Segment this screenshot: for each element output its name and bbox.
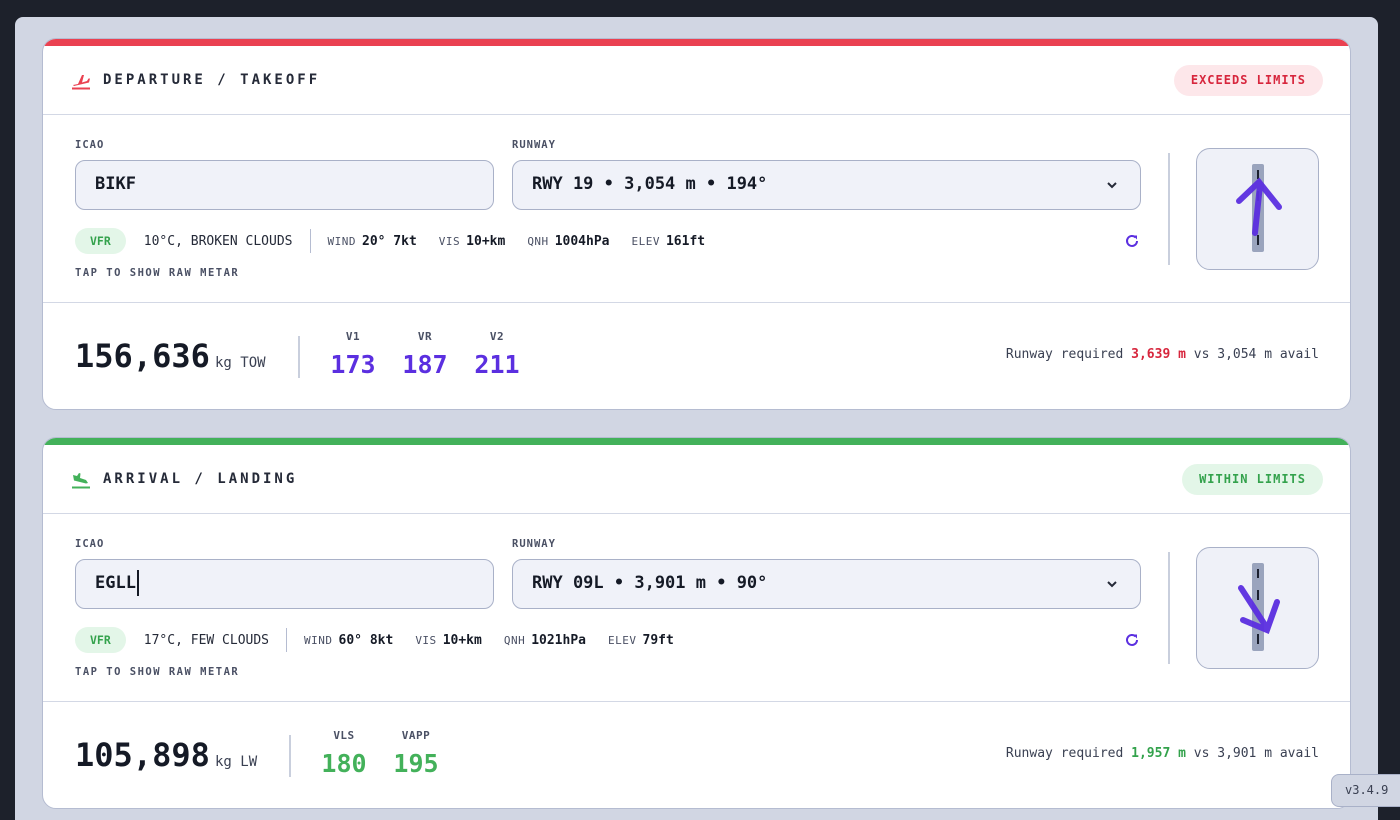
wind-arrow-icon xyxy=(1238,563,1280,651)
speed-v2: V2 211 xyxy=(467,330,527,379)
wind-label: WIND xyxy=(327,234,356,248)
takeoff-weight: 156,636 xyxy=(75,337,210,375)
wind-value: 20° 7kt xyxy=(362,233,417,249)
wind-label: WIND xyxy=(304,633,333,647)
runway-select[interactable]: RWY 19 • 3,054 m • 194° xyxy=(512,160,1141,210)
weight-unit: kg TOW xyxy=(215,355,266,371)
elev-value: 79ft xyxy=(642,632,674,648)
version-badge: v3.4.9 xyxy=(1331,774,1400,807)
plane-landing-icon xyxy=(72,473,90,489)
section-title: ARRIVAL / LANDING xyxy=(103,471,298,487)
elev-value: 161ft xyxy=(665,233,706,249)
speed-value: 211 xyxy=(474,350,520,379)
status-bar xyxy=(43,438,1350,445)
flight-rules-badge: VFR xyxy=(75,627,126,653)
plane-takeoff-icon xyxy=(72,75,90,90)
runway-select[interactable]: RWY 09L • 3,901 m • 90° xyxy=(512,559,1141,609)
raw-metar-toggle[interactable]: TAP TO SHOW RAW METAR xyxy=(75,666,239,678)
refresh-icon[interactable] xyxy=(1124,233,1140,249)
landing-weight: 105,898 xyxy=(75,736,210,774)
req-suffix: vs 3,901 m avail xyxy=(1193,746,1319,761)
runway-value: RWY 19 • 3,054 m • 194° xyxy=(532,174,768,194)
runway-required: Runway required 1,957 m vs 3,901 m avail xyxy=(1006,746,1319,761)
weight-unit: kg LW xyxy=(215,754,258,770)
qnh-value: 1021hPa xyxy=(531,632,586,648)
chevron-down-icon xyxy=(1107,182,1117,189)
qnh-label: QNH xyxy=(527,234,549,248)
vis-value: 10+km xyxy=(442,632,482,648)
performance-footer: 105,898 kg LW VLS 180 VAPP 195 Runway re… xyxy=(43,701,1350,808)
speed-value: 180 xyxy=(321,749,367,778)
speed-label: VLS xyxy=(333,729,355,742)
wind-value: 60° 8kt xyxy=(338,632,394,648)
divider xyxy=(286,628,288,652)
speed-vapp: VAPP 195 xyxy=(386,729,446,778)
speed-label: V2 xyxy=(489,330,505,343)
flight-rules-badge: VFR xyxy=(75,228,126,254)
speed-v1: V1 173 xyxy=(323,330,383,379)
req-value: 1,957 m xyxy=(1131,746,1186,761)
icao-label: ICAO xyxy=(75,538,105,550)
divider xyxy=(309,229,311,253)
req-prefix: Runway required xyxy=(1005,746,1124,761)
performance-footer: 156,636 kg TOW V1 173 VR 187 V2 211 Runw… xyxy=(43,302,1350,409)
speed-label: VR xyxy=(417,330,433,343)
wind-arrow-icon xyxy=(1236,164,1282,252)
qnh-label: QNH xyxy=(503,633,526,647)
vis-label: VIS xyxy=(415,633,437,647)
divider xyxy=(1168,552,1170,664)
req-value: 3,639 m xyxy=(1131,347,1186,362)
speed-value: 187 xyxy=(402,350,448,379)
raw-metar-toggle[interactable]: TAP TO SHOW RAW METAR xyxy=(75,267,239,279)
icao-value: EGLL xyxy=(95,573,136,593)
req-prefix: Runway required xyxy=(1005,347,1124,362)
section-title: DEPARTURE / TAKEOFF xyxy=(103,72,321,88)
runway-required: Runway required 3,639 m vs 3,054 m avail xyxy=(1006,347,1319,362)
chevron-down-icon xyxy=(1107,581,1117,588)
text-cursor xyxy=(136,570,139,596)
runway-label: RUNWAY xyxy=(512,139,556,151)
speed-vr: VR 187 xyxy=(395,330,455,379)
status-badge: WITHIN LIMITS xyxy=(1182,464,1323,495)
elev-label: ELEV xyxy=(608,633,637,647)
speed-label: V1 xyxy=(345,330,361,343)
card-header: ARRIVAL / LANDING WITHIN LIMITS xyxy=(43,445,1350,514)
icao-label: ICAO xyxy=(75,139,105,151)
divider xyxy=(1168,153,1170,265)
speed-value: 173 xyxy=(330,350,376,379)
icao-value: BIKF xyxy=(95,174,136,194)
wind-runway-diagram xyxy=(1196,148,1319,270)
divider xyxy=(298,336,300,378)
speed-value: 195 xyxy=(393,749,439,778)
icao-input[interactable]: BIKF xyxy=(75,160,494,210)
runway-label: RUNWAY xyxy=(512,538,556,550)
qnh-value: 1004hPa xyxy=(554,233,610,249)
elev-label: ELEV xyxy=(631,234,660,248)
card-header: DEPARTURE / TAKEOFF EXCEEDS LIMITS xyxy=(43,46,1350,115)
divider xyxy=(289,735,291,777)
req-suffix: vs 3,054 m avail xyxy=(1193,347,1319,362)
icao-input[interactable]: EGLL xyxy=(75,559,494,609)
weather-conditions: 17°C, FEW CLOUDS xyxy=(143,632,270,648)
departure-card: DEPARTURE / TAKEOFF EXCEEDS LIMITS ICAO … xyxy=(42,38,1351,410)
weather-row: VFR 10°C, BROKEN CLOUDS WIND 20° 7kt VIS… xyxy=(75,228,727,254)
speed-vls: VLS 180 xyxy=(314,729,374,778)
weather-row: VFR 17°C, FEW CLOUDS WIND 60° 8kt VIS 10… xyxy=(75,627,696,653)
arrival-card: ARRIVAL / LANDING WITHIN LIMITS ICAO EGL… xyxy=(42,437,1351,809)
refresh-icon[interactable] xyxy=(1124,632,1140,648)
vis-label: VIS xyxy=(438,234,461,248)
wind-runway-diagram xyxy=(1196,547,1319,669)
runway-value: RWY 09L • 3,901 m • 90° xyxy=(532,573,768,593)
status-badge: EXCEEDS LIMITS xyxy=(1173,65,1323,96)
speed-label: VAPP xyxy=(401,729,431,742)
weather-conditions: 10°C, BROKEN CLOUDS xyxy=(143,233,293,249)
status-bar xyxy=(43,39,1350,46)
vis-value: 10+km xyxy=(466,233,506,249)
